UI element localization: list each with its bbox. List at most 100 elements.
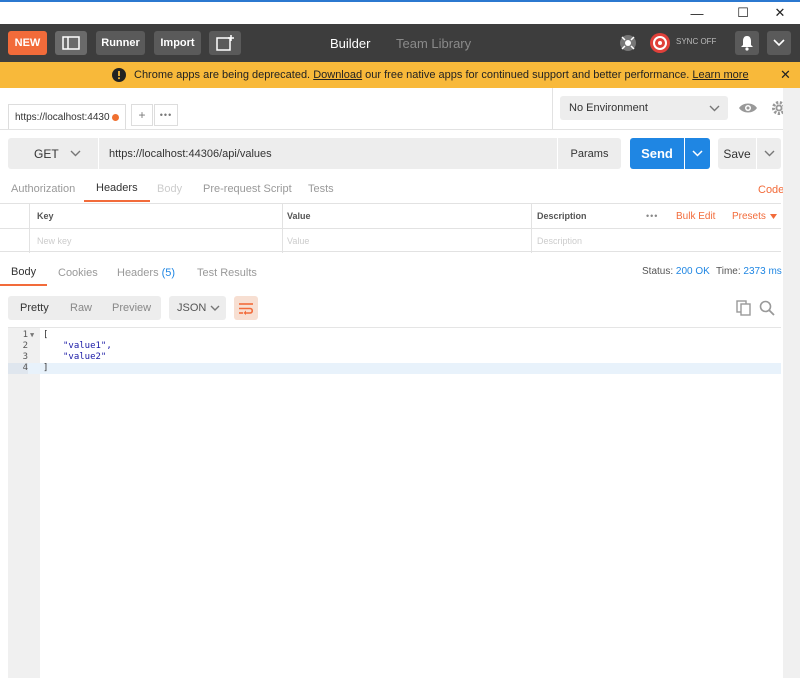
column-description: Description	[537, 211, 587, 221]
language-value: JSON	[177, 302, 207, 314]
tab-response-body[interactable]: Body	[0, 260, 48, 286]
search-response-button[interactable]	[757, 298, 777, 318]
unsaved-dot	[112, 114, 119, 121]
learn-more-link[interactable]: Learn more	[692, 69, 748, 81]
response-status: Status: 200 OK	[642, 266, 710, 277]
send-button[interactable]: Send	[630, 138, 684, 169]
bell-icon	[741, 36, 753, 51]
save-button[interactable]: Save	[718, 138, 756, 169]
presets-button[interactable]: Presets	[732, 204, 777, 228]
download-link[interactable]: Download	[313, 69, 362, 81]
request-tab-label: https://localhost:4430	[15, 112, 110, 123]
save-options-button[interactable]	[757, 138, 781, 169]
maximize-button[interactable]: ☐	[728, 2, 758, 24]
new-key-input[interactable]: New key	[37, 229, 72, 253]
url-input[interactable]: https://localhost:44306/api/values	[99, 138, 557, 169]
code-line: 1 ▼ [	[8, 330, 781, 341]
status-label: Status:	[642, 266, 674, 277]
tab-pre-request-script[interactable]: Pre-request Script	[203, 176, 292, 202]
new-description-input[interactable]: Description	[537, 229, 582, 253]
sync-icon	[650, 33, 670, 53]
format-pretty[interactable]: Pretty	[20, 296, 49, 320]
add-tab-button[interactable]: +	[131, 104, 153, 126]
deprecation-banner: Chrome apps are being deprecated. Downlo…	[0, 62, 800, 88]
format-toggle: Pretty Raw Preview	[8, 296, 161, 320]
time-label: Time:	[716, 266, 741, 277]
close-window-button[interactable]: ✕	[765, 2, 795, 24]
tab-options-button[interactable]: •••	[154, 104, 178, 126]
environment-select-value: No Environment	[569, 102, 648, 114]
minimize-button[interactable]: —	[682, 2, 712, 24]
caret-down-icon	[769, 213, 777, 219]
environment-quick-look-button[interactable]	[736, 96, 760, 120]
more-options-button[interactable]: •••	[646, 204, 658, 228]
fold-icon[interactable]: ▼	[30, 330, 34, 341]
format-preview[interactable]: Preview	[112, 296, 151, 320]
new-window-icon	[216, 35, 234, 51]
new-value-input[interactable]: Value	[287, 229, 309, 253]
time-value: 2373 ms	[743, 266, 782, 277]
tab-headers[interactable]: Headers	[84, 176, 150, 202]
line-number: 2	[22, 341, 28, 351]
generate-code-link[interactable]: Code	[758, 184, 784, 196]
line-number: 4	[8, 363, 28, 374]
sync-status-label: SYNC OFF	[676, 37, 717, 46]
tab-tests[interactable]: Tests	[308, 176, 334, 202]
more-icon: •••	[159, 110, 173, 120]
headers-table: Key Value Description ••• Bulk Edit Pres…	[0, 203, 781, 253]
new-window-button[interactable]	[209, 31, 241, 55]
wrap-icon	[239, 302, 254, 315]
language-select[interactable]: JSON	[169, 296, 226, 320]
response-body-editor[interactable]: 1 ▼ [ 2 "value1", 3 "value2" 4 ]	[8, 327, 781, 678]
interceptor-button[interactable]	[616, 31, 640, 55]
code-line: 2 "value1",	[8, 341, 781, 352]
tab-test-results[interactable]: Test Results	[197, 260, 257, 286]
column-key: Key	[37, 211, 54, 221]
send-options-button[interactable]	[685, 138, 710, 169]
format-raw[interactable]: Raw	[70, 296, 92, 320]
chevron-down-icon	[210, 305, 220, 311]
settings-menu-button[interactable]	[767, 31, 791, 55]
params-button[interactable]: Params	[558, 138, 621, 169]
tab-team-library[interactable]: Team Library	[396, 24, 471, 62]
runner-button[interactable]: Runner	[96, 31, 145, 55]
presets-label: Presets	[732, 210, 766, 222]
window-titlebar: — ☐ ✕	[0, 0, 800, 24]
banner-text: Chrome apps are being deprecated.	[134, 69, 311, 81]
chevron-down-icon	[709, 105, 720, 112]
new-button[interactable]: NEW	[8, 31, 47, 55]
column-value: Value	[287, 211, 311, 221]
chevron-down-icon	[764, 150, 774, 157]
divider	[0, 129, 783, 130]
line-number: 1	[22, 330, 28, 340]
wrap-lines-button[interactable]	[234, 296, 258, 320]
search-icon	[759, 300, 775, 316]
warning-icon	[112, 68, 126, 82]
close-banner-button[interactable]: ✕	[780, 67, 791, 83]
chevron-down-icon	[692, 150, 703, 157]
request-tab[interactable]: https://localhost:4430	[8, 104, 126, 130]
layout-icon	[62, 36, 80, 50]
tab-response-cookies[interactable]: Cookies	[58, 260, 98, 286]
import-button[interactable]: Import	[154, 31, 201, 55]
chevron-down-icon	[70, 150, 81, 157]
sync-button[interactable]	[648, 31, 672, 55]
copy-response-button[interactable]	[733, 298, 753, 318]
method-select[interactable]: GET	[8, 138, 98, 169]
code-text: ]	[43, 363, 49, 373]
tab-body[interactable]: Body	[157, 176, 182, 202]
table-header-row: Key Value Description ••• Bulk Edit Pres…	[0, 204, 781, 228]
vertical-scrollbar[interactable]	[783, 88, 800, 678]
response-headers-label: Headers	[117, 267, 159, 279]
tab-builder[interactable]: Builder	[330, 24, 370, 62]
eye-icon	[739, 103, 757, 113]
method-value: GET	[34, 146, 59, 161]
table-row: New key Value Description	[0, 229, 781, 253]
notifications-button[interactable]	[735, 31, 759, 55]
tab-response-headers[interactable]: Headers (5)	[117, 260, 175, 286]
layout-toggle-button[interactable]	[55, 31, 87, 55]
environment-select[interactable]: No Environment	[560, 96, 728, 120]
status-value: 200 OK	[675, 266, 710, 277]
bulk-edit-button[interactable]: Bulk Edit	[676, 204, 715, 228]
tab-authorization[interactable]: Authorization	[11, 176, 75, 202]
